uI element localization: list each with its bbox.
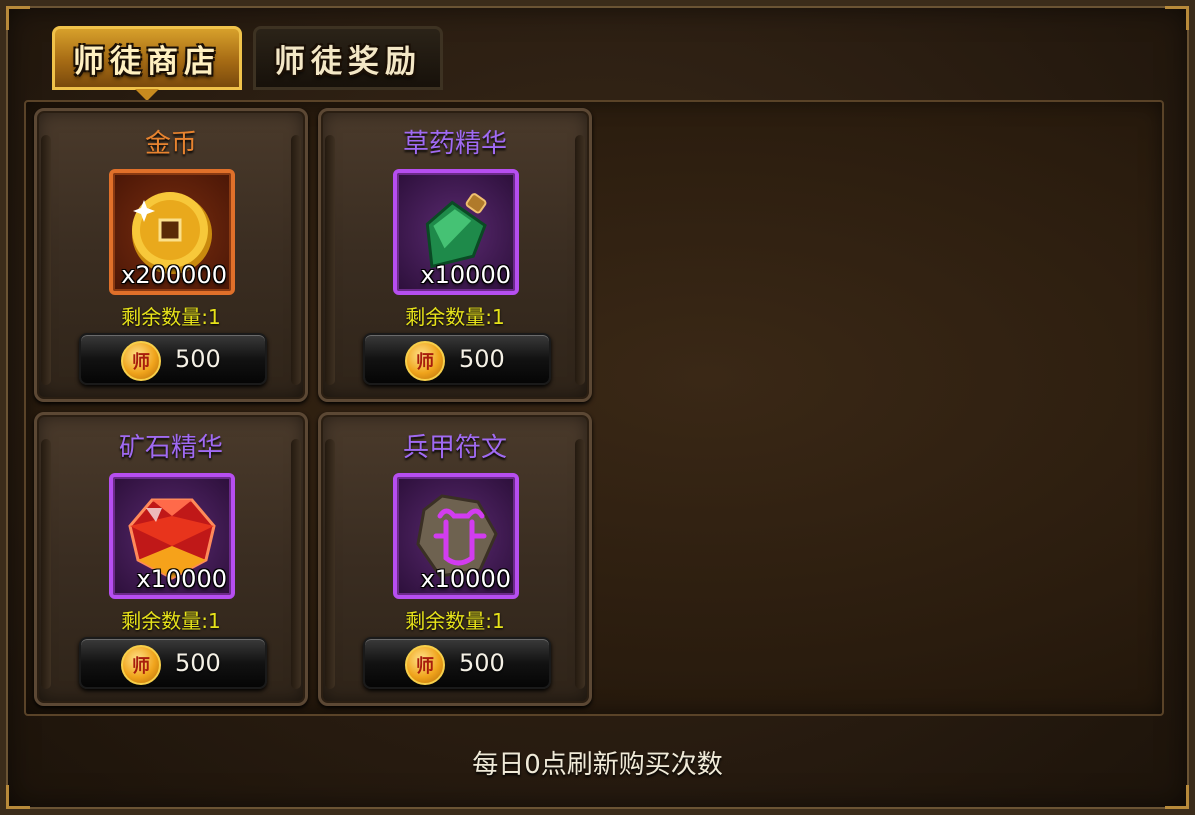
remaining-count: 剩余数量:1: [405, 609, 505, 633]
refresh-notice: 每日0点刷新购买次数: [472, 750, 723, 780]
item-slot[interactable]: x10000: [393, 169, 519, 295]
frame-corner: [1165, 785, 1189, 809]
shop-item-card: 矿石精华 x10000 剩余数量:1 师 500: [34, 412, 308, 706]
buy-button[interactable]: 师 500: [79, 637, 267, 689]
tab-master-rewards[interactable]: 师徒奖励: [253, 26, 443, 90]
buy-button[interactable]: 师 500: [79, 333, 267, 385]
remaining-count: 剩余数量:1: [405, 305, 505, 329]
item-quantity: x10000: [420, 565, 511, 593]
frame-corner: [6, 6, 30, 30]
item-name: 金币: [144, 129, 197, 159]
master-coin-icon: 师: [405, 341, 445, 381]
frame-corner: [1165, 6, 1189, 30]
tab-label: 师徒商店: [73, 43, 221, 80]
shop-item-card: 兵甲符文 x10000 剩余数量:1 师 500: [318, 412, 592, 706]
remaining-count: 剩余数量:1: [121, 609, 221, 633]
item-slot[interactable]: x10000: [109, 473, 235, 599]
master-coin-icon: 师: [121, 645, 161, 685]
master-coin-icon: 师: [405, 645, 445, 685]
buy-button[interactable]: 师 500: [363, 333, 551, 385]
item-name: 兵甲符文: [402, 433, 507, 463]
master-coin-icon: 师: [121, 341, 161, 381]
item-quantity: x10000: [420, 261, 511, 289]
price-label: 500: [175, 345, 221, 373]
remaining-count: 剩余数量:1: [121, 305, 221, 329]
item-slot[interactable]: x10000: [393, 473, 519, 599]
shop-item-card: 金币 x200000 剩余数量:1 师 500: [34, 108, 308, 402]
frame-corner: [6, 785, 30, 809]
item-name: 草药精华: [402, 129, 507, 159]
item-quantity: x200000: [121, 261, 227, 289]
shop-item-card: 草药精华 x10000 剩余数量:1 师 500: [318, 108, 592, 402]
price-label: 500: [459, 649, 505, 677]
price-label: 500: [175, 649, 221, 677]
item-quantity: x10000: [136, 565, 227, 593]
item-slot[interactable]: x200000: [109, 169, 235, 295]
tab-master-shop[interactable]: 师徒商店: [52, 26, 242, 101]
item-name: 矿石精华: [118, 433, 223, 463]
tab-label: 师徒奖励: [274, 43, 422, 80]
buy-button[interactable]: 师 500: [363, 637, 551, 689]
price-label: 500: [459, 345, 505, 373]
